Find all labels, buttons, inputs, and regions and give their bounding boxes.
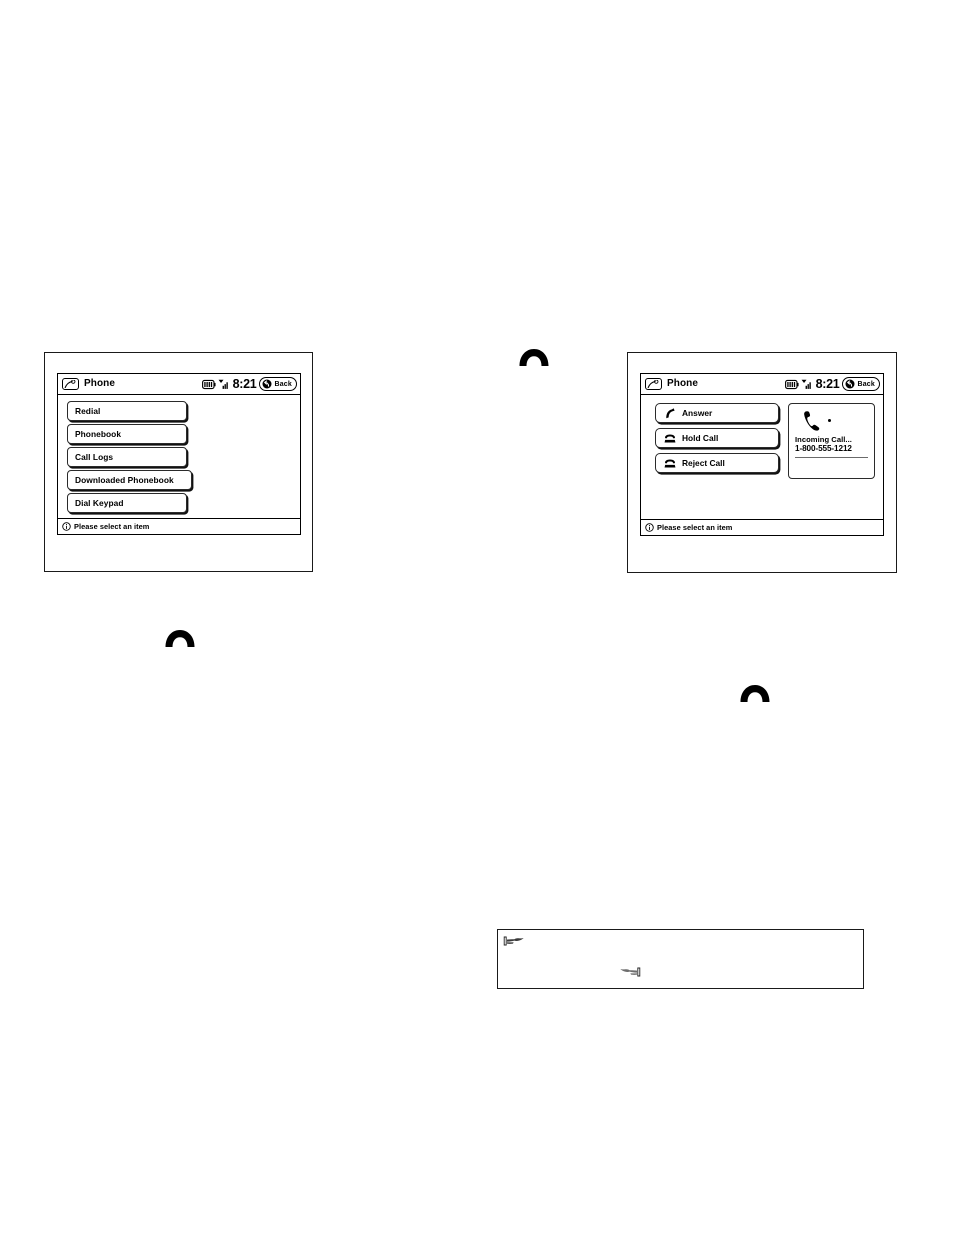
call-ring-dot-icon: [828, 419, 832, 423]
answer-button[interactable]: Answer: [655, 403, 779, 423]
screen-body-phone-menu: Redial Phonebook Call Logs Downloaded Ph…: [58, 395, 300, 518]
menu-item-phonebook[interactable]: Phonebook: [67, 424, 187, 444]
hint-text: Please select an item: [657, 522, 733, 532]
action-label: Hold Call: [682, 433, 719, 443]
pointing-hand-right-icon: [503, 933, 525, 949]
back-arrow-icon: [262, 379, 272, 389]
clock: 8:21: [815, 376, 840, 391]
signal-bars-icon: [218, 379, 229, 390]
menu-item-label: Call Logs: [75, 452, 114, 462]
info-circle-icon: [62, 522, 71, 531]
back-button-label: Back: [274, 380, 292, 388]
title-group: Phone: [62, 378, 115, 390]
back-button-label: Back: [857, 380, 875, 388]
menu-item-call-logs[interactable]: Call Logs: [67, 447, 187, 467]
call-info-panel: Incoming Call... 1-800-555-1212: [788, 403, 875, 479]
screen-incoming-call: Phone 8:21 Back Answer Hold Call Reject …: [640, 373, 884, 536]
back-button[interactable]: Back: [842, 377, 880, 391]
desk-phone-icon: [664, 458, 676, 469]
handset-marker-icon: [163, 626, 197, 648]
menu-item-label: Dial Keypad: [75, 498, 124, 508]
action-label: Reject Call: [682, 458, 725, 468]
device-frame-incoming-call: Phone 8:21 Back Answer Hold Call Reject …: [627, 352, 897, 573]
clock: 8:21: [232, 376, 257, 391]
hintbar: Please select an item: [641, 519, 883, 535]
signal-bars-icon: [801, 379, 812, 390]
pointing-hand-left-icon: [619, 964, 641, 980]
battery-icon: [201, 379, 216, 390]
handset-marker-icon: [517, 345, 551, 367]
hintbar: Please select an item: [58, 518, 300, 534]
phone-menu-list: Redial Phonebook Call Logs Downloaded Ph…: [67, 401, 192, 513]
phone-handset-icon: [62, 378, 79, 390]
title-group: Phone: [645, 378, 698, 390]
battery-icon: [784, 379, 799, 390]
screen-title: Phone: [667, 378, 699, 389]
status-group: 8:21 Back: [784, 376, 880, 391]
action-label: Answer: [682, 408, 713, 418]
menu-item-downloaded-phonebook[interactable]: Downloaded Phonebook: [67, 470, 192, 490]
phone-handset-icon: [645, 378, 662, 390]
screen-phone-menu: Phone 8:21 Back Redial Phonebook Call Lo…: [57, 373, 301, 535]
menu-item-label: Redial: [75, 406, 101, 416]
back-arrow-icon: [845, 379, 855, 389]
device-frame-phone-menu: Phone 8:21 Back Redial Phonebook Call Lo…: [44, 352, 313, 572]
hold-call-button[interactable]: Hold Call: [655, 428, 779, 448]
note-box: [497, 929, 864, 989]
screen-title: Phone: [84, 378, 116, 389]
call-glyph-row: [795, 409, 868, 435]
screen-body-incoming-call: Answer Hold Call Reject Call Incoming Ca…: [641, 395, 883, 519]
curved-handset-icon: [664, 407, 676, 419]
titlebar: Phone 8:21 Back: [641, 374, 883, 395]
back-button[interactable]: Back: [259, 377, 297, 391]
call-status-text: Incoming Call...: [795, 435, 852, 444]
menu-item-redial[interactable]: Redial: [67, 401, 187, 421]
desk-phone-icon: [664, 433, 676, 444]
call-action-list: Answer Hold Call Reject Call: [655, 403, 779, 473]
menu-item-label: Phonebook: [75, 429, 122, 439]
status-group: 8:21 Back: [201, 376, 297, 391]
handset-marker-icon: [738, 681, 772, 703]
titlebar: Phone 8:21 Back: [58, 374, 300, 395]
menu-item-dial-keypad[interactable]: Dial Keypad: [67, 493, 187, 513]
menu-item-label: Downloaded Phonebook: [75, 475, 174, 485]
info-circle-icon: [645, 523, 654, 532]
call-number-text: 1-800-555-1212: [795, 444, 868, 458]
reject-call-button[interactable]: Reject Call: [655, 453, 779, 473]
hint-text: Please select an item: [74, 521, 150, 531]
